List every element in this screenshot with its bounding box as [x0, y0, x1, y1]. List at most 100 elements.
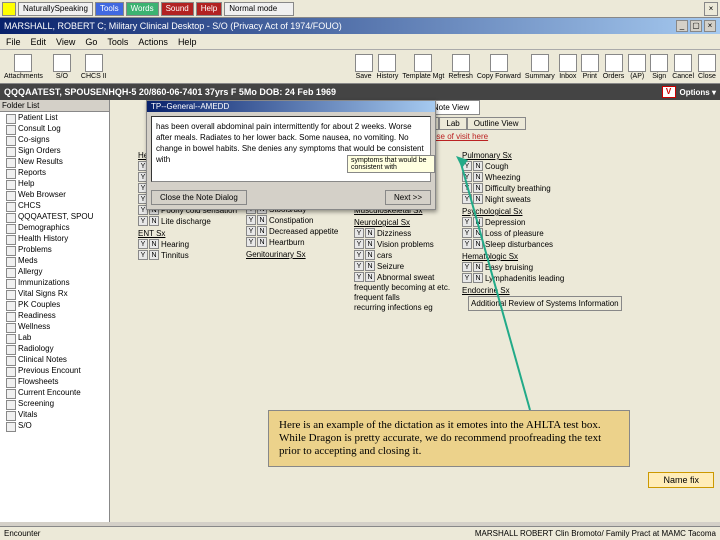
chcs-icon[interactable]: [85, 54, 103, 72]
tree-item[interactable]: Help: [0, 178, 109, 189]
tree-item[interactable]: Previous Encount: [0, 365, 109, 376]
tool-label: Cancel: [672, 73, 694, 80]
window-titlebar: MARSHALL, ROBERT C; Military Clinical De…: [0, 18, 720, 34]
so-icon[interactable]: [53, 54, 71, 72]
tool-label: (AP): [630, 73, 644, 80]
tool-label: S/O: [56, 73, 68, 80]
tree-item[interactable]: Radiology: [0, 343, 109, 354]
dragon-mode: Normal mode: [224, 2, 294, 16]
tree-item[interactable]: Demographics: [0, 222, 109, 233]
tree-item[interactable]: Sign Orders: [0, 145, 109, 156]
summary-icon[interactable]: [531, 54, 549, 72]
tool-label: Refresh: [448, 73, 473, 80]
dragon-words[interactable]: Words: [126, 2, 159, 16]
tree-item[interactable]: Screening: [0, 398, 109, 409]
tree-item[interactable]: S/O: [0, 420, 109, 431]
tree-item[interactable]: Lab: [0, 332, 109, 343]
annotation-arrow-icon: [450, 150, 540, 420]
tree-item[interactable]: Wellness: [0, 321, 109, 332]
tool-label: Inbox: [559, 73, 576, 80]
menu-help[interactable]: Help: [178, 37, 197, 47]
ap-icon[interactable]: [628, 54, 646, 72]
orders-icon[interactable]: [605, 54, 623, 72]
attachments-icon[interactable]: [14, 54, 32, 72]
close-toolbar-icon[interactable]: [698, 54, 716, 72]
sx-item: recurring infections eg: [354, 303, 433, 312]
mic-indicator[interactable]: [2, 2, 16, 16]
tree-item[interactable]: QQQAATEST, SPOU: [0, 211, 109, 222]
tree-item[interactable]: CHCS: [0, 200, 109, 211]
maximize-icon[interactable]: ▢: [690, 20, 702, 32]
tool-label: Copy Forward: [477, 73, 521, 80]
sx-item: Decreased appetite: [269, 227, 338, 236]
subtab-lab[interactable]: Lab: [439, 117, 466, 130]
print-icon[interactable]: [581, 54, 599, 72]
tree-item[interactable]: Allergy: [0, 266, 109, 277]
options-menu[interactable]: Options ▾: [680, 88, 716, 97]
menu-edit[interactable]: Edit: [31, 37, 47, 47]
tree-item[interactable]: Health History: [0, 233, 109, 244]
dragon-close-icon[interactable]: ×: [704, 2, 718, 16]
tool-label: Template Mgt: [402, 73, 444, 80]
tree-item[interactable]: Vital Signs Rx: [0, 288, 109, 299]
patient-name: QQQAATEST, SPOUSENHQH-5 20/860-06-7401 3…: [4, 87, 336, 97]
dialog-tooltip: symptoms that would be consistent with: [347, 155, 435, 173]
tool-label: Summary: [525, 73, 555, 80]
dragon-tools[interactable]: Tools: [95, 2, 124, 16]
sx-item: Abnormal sweat: [377, 273, 434, 282]
sx-item: Heartburn: [269, 238, 305, 247]
tree-item[interactable]: Vitals: [0, 409, 109, 420]
tree-item[interactable]: Web Browser: [0, 189, 109, 200]
tree-item[interactable]: PK Couples: [0, 299, 109, 310]
dragon-menu[interactable]: NaturallySpeaking: [18, 2, 93, 16]
tool-label: Sign: [652, 73, 666, 80]
tool-label: Close: [698, 73, 716, 80]
name-fix-button[interactable]: Name fix: [648, 472, 714, 488]
save-icon[interactable]: [355, 54, 373, 72]
menubar: File Edit View Go Tools Actions Help: [0, 34, 720, 50]
sign-icon[interactable]: [650, 54, 668, 72]
tree-item[interactable]: Problems: [0, 244, 109, 255]
menu-view[interactable]: View: [56, 37, 75, 47]
menu-go[interactable]: Go: [85, 37, 97, 47]
tree-item[interactable]: Readiness: [0, 310, 109, 321]
tree-item[interactable]: Immunizations: [0, 277, 109, 288]
v-badge[interactable]: V: [662, 86, 676, 98]
menu-tools[interactable]: Tools: [107, 37, 128, 47]
hdr-neuro: Neurological Sx: [354, 216, 454, 227]
dialog-title: TP--General--AMEDD: [147, 101, 435, 112]
sx-item: Tinnitus: [161, 251, 189, 260]
sx-item: Dizziness: [377, 229, 411, 238]
subtab-outline[interactable]: Outline View: [467, 117, 526, 130]
note-dialog: TP--General--AMEDD has been overall abdo…: [146, 100, 436, 210]
menu-actions[interactable]: Actions: [138, 37, 168, 47]
tree-item[interactable]: Meds: [0, 255, 109, 266]
template-icon[interactable]: [414, 54, 432, 72]
next-button[interactable]: Next >>: [385, 190, 431, 205]
tool-label: Orders: [603, 73, 624, 80]
status-right: MARSHALL ROBERT Clin Bromoto/ Family Pra…: [475, 529, 716, 538]
tool-label: Print: [583, 73, 597, 80]
sx-item: Lite discharge: [161, 217, 211, 226]
menu-file[interactable]: File: [6, 37, 21, 47]
tree-item[interactable]: Clinical Notes: [0, 354, 109, 365]
status-left: Encounter: [4, 529, 40, 538]
tree-item[interactable]: Consult Log: [0, 123, 109, 134]
tree-item[interactable]: Flowsheets: [0, 376, 109, 387]
tree-item[interactable]: Current Encounte: [0, 387, 109, 398]
tool-label: History: [377, 73, 399, 80]
minimize-icon[interactable]: _: [676, 20, 688, 32]
cancel-icon[interactable]: [674, 54, 692, 72]
history-icon[interactable]: [378, 54, 396, 72]
copyfwd-icon[interactable]: [490, 54, 508, 72]
close-icon[interactable]: ×: [704, 20, 716, 32]
tree-item[interactable]: Co-signs: [0, 134, 109, 145]
dragon-sound[interactable]: Sound: [161, 2, 194, 16]
dragon-help[interactable]: Help: [196, 2, 222, 16]
tree-item[interactable]: Patient List: [0, 112, 109, 123]
inbox-icon[interactable]: [559, 54, 577, 72]
tree-item[interactable]: New Results: [0, 156, 109, 167]
refresh-icon[interactable]: [452, 54, 470, 72]
tree-item[interactable]: Reports: [0, 167, 109, 178]
close-note-button[interactable]: Close the Note Dialog: [151, 190, 247, 205]
